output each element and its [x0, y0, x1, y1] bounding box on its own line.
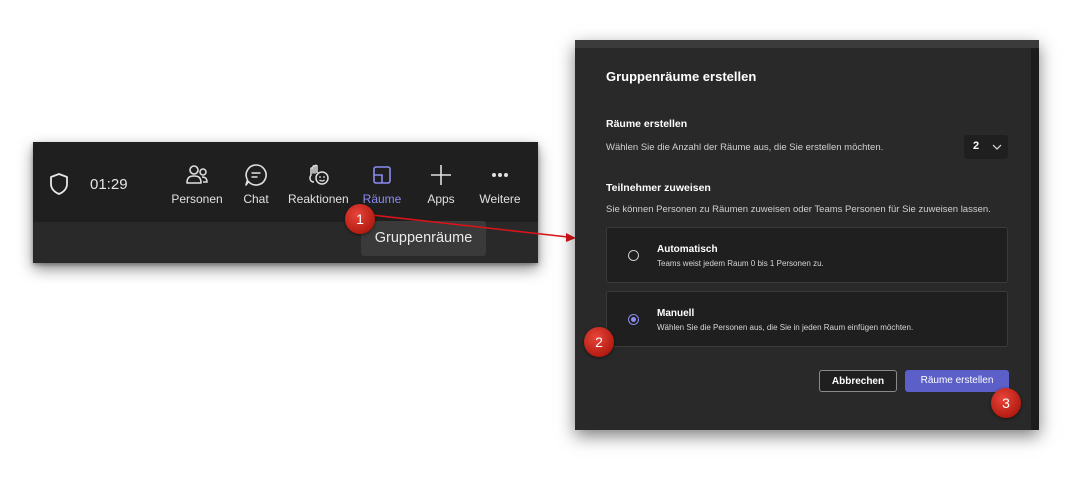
toolbar-people-button[interactable]: Personen	[167, 162, 227, 210]
toolbar-chat-label: Chat	[243, 192, 269, 206]
toolbar-apps-label: Apps	[427, 192, 455, 206]
breakout-rooms-icon	[373, 166, 391, 184]
toolbar-people-label: Personen	[171, 192, 223, 206]
shield-icon	[50, 173, 68, 195]
toolbar-more-button[interactable]: Weitere	[470, 162, 530, 210]
toolbar-more-label: Weitere	[479, 192, 521, 206]
people-icon	[186, 165, 208, 184]
assign-section-label: Teilnehmer zuweisen	[606, 182, 711, 194]
toolbar-rooms-button[interactable]: Räume	[352, 162, 412, 210]
assign-section-desc: Sie können Personen zu Räumen zuweisen o…	[606, 204, 991, 215]
step-badge-3: 3	[991, 388, 1021, 418]
option-automatic[interactable]: Automatisch Teams weist jedem Raum 0 bis…	[606, 227, 1008, 283]
create-rooms-button[interactable]: Räume erstellen	[905, 370, 1009, 392]
meeting-timer: 01:29	[90, 176, 128, 193]
dialog-title: Gruppenräume erstellen	[606, 69, 757, 84]
option-automatic-desc: Teams weist jedem Raum 0 bis 1 Personen …	[657, 259, 824, 268]
toolbar-reactions-button[interactable]: Reaktionen	[288, 162, 349, 210]
chevron-down-icon	[992, 144, 1002, 150]
background-strip	[1031, 48, 1039, 430]
option-manual-desc: Wählen Sie die Personen aus, die Sie in …	[657, 323, 914, 332]
step-badge-1: 1	[345, 204, 375, 234]
option-manual-title: Manuell	[657, 308, 695, 319]
plus-icon	[431, 165, 451, 185]
rooms-section-label: Räume erstellen	[606, 118, 688, 130]
toolbar-chat-button[interactable]: Chat	[226, 162, 286, 210]
meeting-toolbar: 01:29 Personen Chat Reaktionen Räume App…	[33, 142, 538, 263]
create-breakout-rooms-dialog: Gruppenräume erstellen Räume erstellen W…	[575, 40, 1039, 430]
radio-automatic[interactable]	[628, 250, 639, 261]
step-badge-2: 2	[584, 327, 614, 357]
room-count-dropdown[interactable]: 2	[964, 135, 1008, 159]
room-count-value: 2	[973, 140, 980, 152]
toolbar-apps-button[interactable]: Apps	[411, 162, 471, 210]
cancel-button[interactable]: Abbrechen	[819, 370, 897, 392]
rooms-section-desc: Wählen Sie die Anzahl der Räume aus, die…	[606, 142, 884, 153]
option-manual[interactable]: Manuell Wählen Sie die Personen aus, die…	[606, 291, 1008, 347]
radio-manual[interactable]	[628, 314, 639, 325]
toolbar-reactions-label: Reaktionen	[288, 192, 349, 206]
chat-icon	[245, 164, 267, 186]
option-automatic-title: Automatisch	[657, 244, 718, 255]
reactions-icon	[309, 164, 329, 185]
more-icon	[492, 173, 508, 177]
rooms-tooltip: Gruppenräume	[361, 221, 486, 256]
background-edge	[575, 40, 1039, 48]
